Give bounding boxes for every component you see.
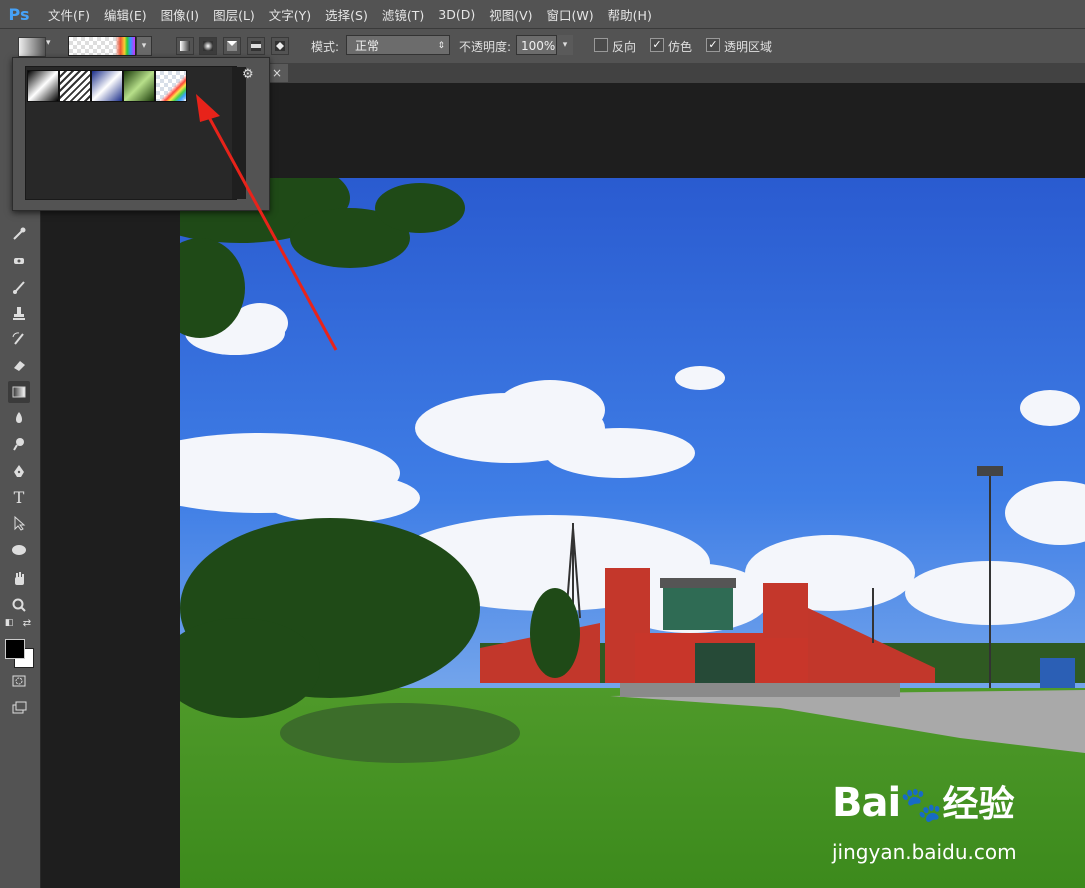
annotation-arrow <box>196 94 338 351</box>
